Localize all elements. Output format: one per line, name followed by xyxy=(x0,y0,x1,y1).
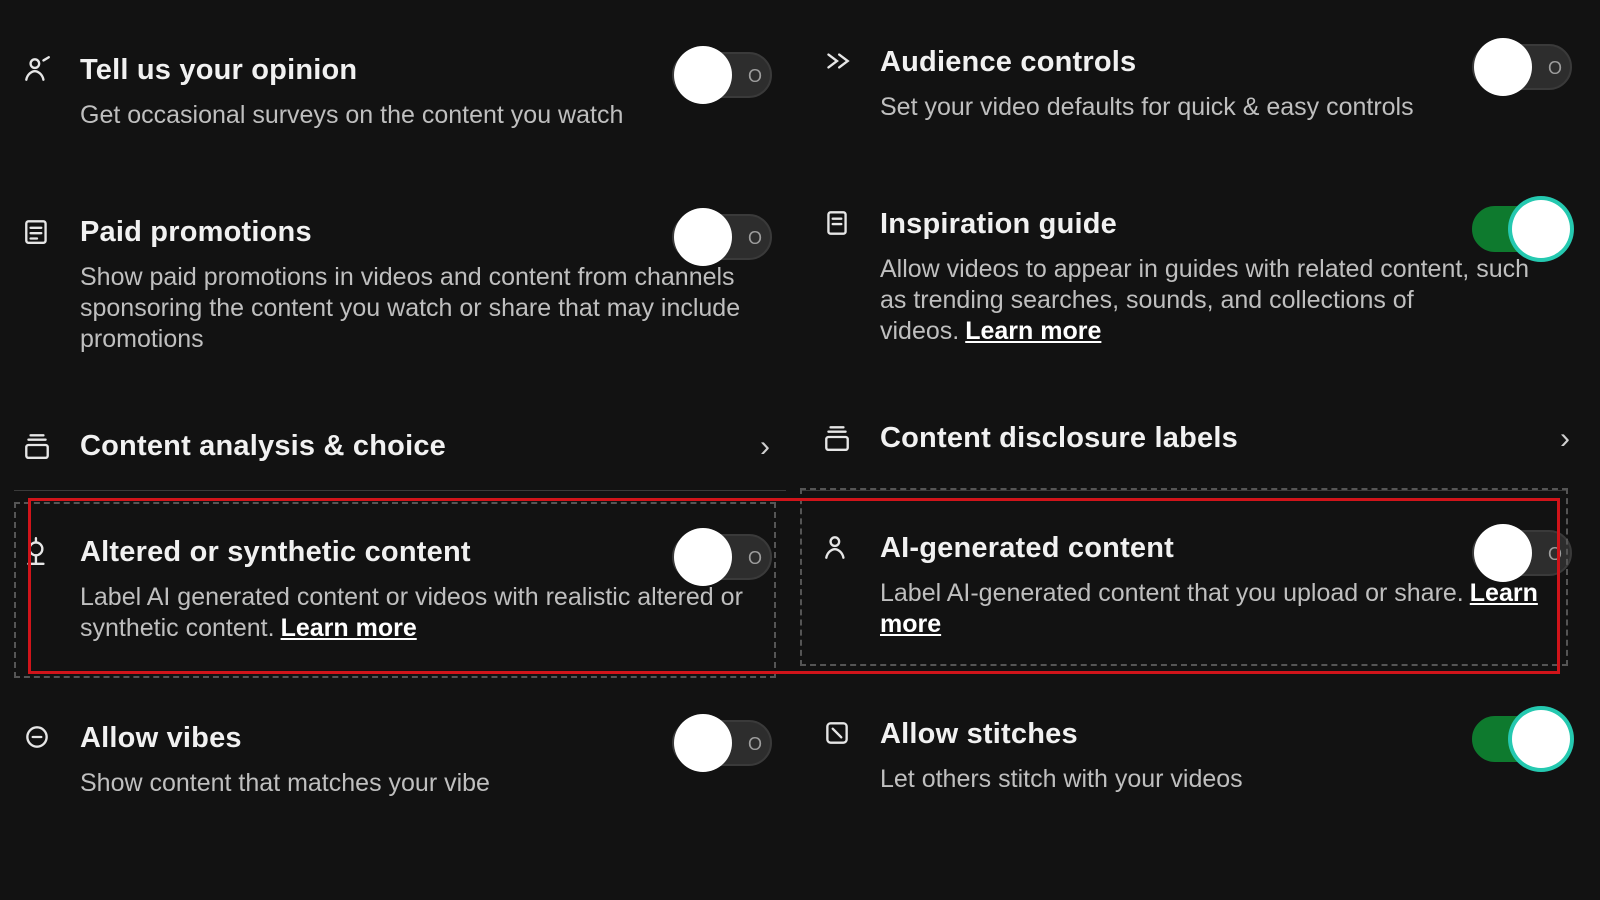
setting-title: Content disclosure labels xyxy=(880,422,1238,454)
toggle-knob xyxy=(674,208,732,266)
highlight-box xyxy=(28,498,1560,674)
section-divider xyxy=(14,490,786,491)
chevron-right-icon[interactable]: › xyxy=(760,430,770,464)
setting-title: Allow stitches xyxy=(880,718,1078,750)
stitch-icon xyxy=(822,718,852,748)
toggle-state-glyph: O xyxy=(747,66,762,86)
setting-description-text: Set your video defaults for quick & easy… xyxy=(880,93,1414,121)
setting-description-text: Get occasional surveys on the content yo… xyxy=(80,101,624,129)
toggle-state-glyph: O xyxy=(747,734,762,754)
toggle-knob xyxy=(674,714,732,772)
setting-description: Show content that matches your vibe xyxy=(80,768,760,799)
setting-title: Inspiration guide xyxy=(880,208,1118,240)
guide-icon xyxy=(822,208,852,238)
toggle-state-glyph: O xyxy=(747,228,762,248)
setting-description: Show paid promotions in videos and conte… xyxy=(80,262,760,355)
vibe-icon xyxy=(22,722,52,752)
label-icon xyxy=(822,422,852,452)
promotion-icon xyxy=(22,216,52,246)
setting-description-text: Show paid promotions in videos and conte… xyxy=(80,263,741,353)
setting-toggle[interactable]: O xyxy=(1472,36,1572,98)
setting-toggle[interactable]: O xyxy=(672,44,772,106)
setting-description-text: Show content that matches your vibe xyxy=(80,769,490,797)
toggle-knob xyxy=(1474,38,1532,96)
setting-description-text: Let others stitch with your videos xyxy=(880,765,1243,793)
setting-description: Get occasional surveys on the content yo… xyxy=(80,100,760,131)
person-feedback-icon xyxy=(22,54,52,84)
setting-title: Allow vibes xyxy=(80,722,242,754)
setting-toggle[interactable]: I xyxy=(1472,708,1572,770)
setting-title: Audience controls xyxy=(880,46,1137,78)
toggle-knob xyxy=(1512,710,1570,768)
toggle-state-glyph: O xyxy=(1547,58,1562,78)
setting-description: Let others stitch with your videos xyxy=(880,764,1560,795)
setting-title: Content analysis & choice xyxy=(80,430,446,462)
tune-icon xyxy=(22,430,52,460)
setting-description: Allow videos to appear in guides with re… xyxy=(880,254,1560,347)
setting-toggle[interactable]: O xyxy=(672,712,772,774)
setting-description: Set your video defaults for quick & easy… xyxy=(880,92,1560,123)
chevron-right-icon[interactable]: › xyxy=(1560,422,1570,456)
audience-icon xyxy=(822,46,852,76)
toggle-knob xyxy=(1512,200,1570,258)
toggle-knob xyxy=(674,46,732,104)
setting-toggle[interactable]: I xyxy=(1472,198,1572,260)
setting-toggle[interactable]: O xyxy=(672,206,772,268)
setting-title: Tell us your opinion xyxy=(80,54,358,86)
learn-more-link[interactable]: Learn more xyxy=(965,317,1101,345)
setting-title: Paid promotions xyxy=(80,216,312,248)
